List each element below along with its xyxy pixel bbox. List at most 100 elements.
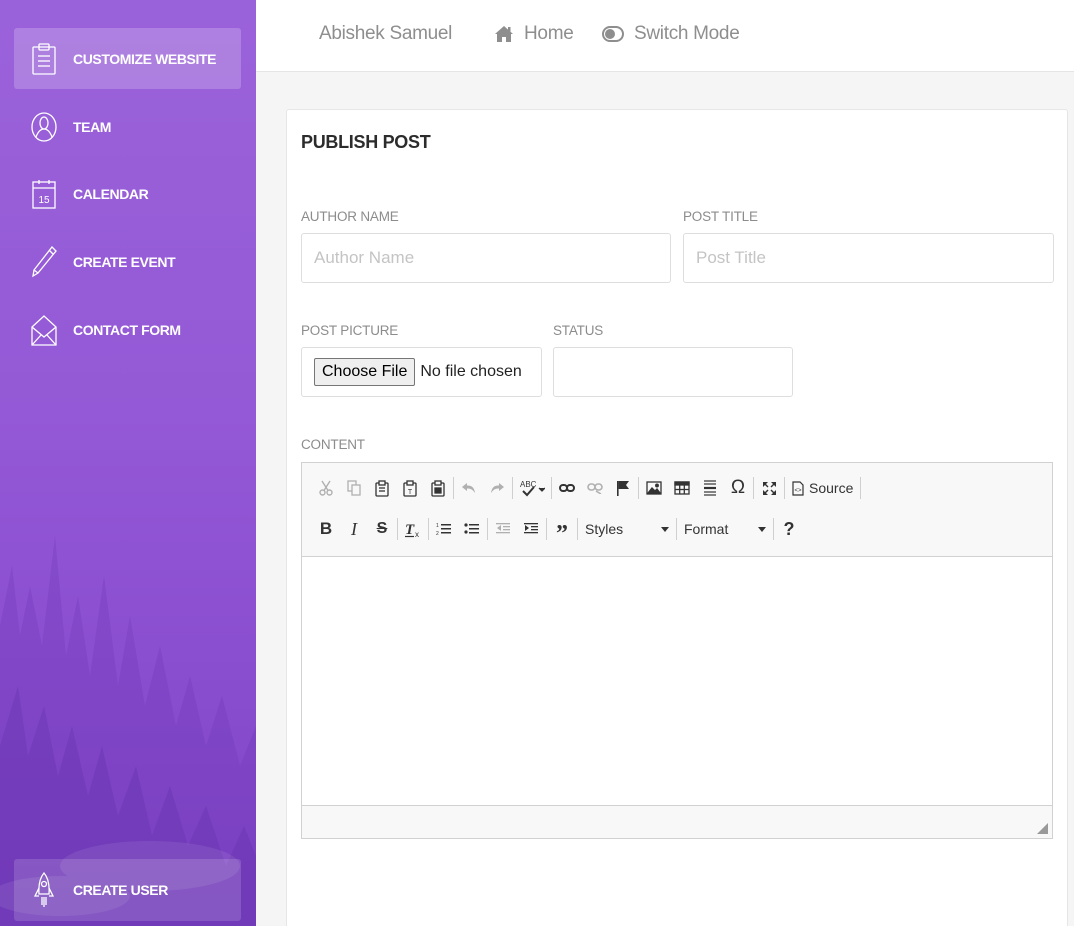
top-bar: Abishek Samuel Home Switch Mode xyxy=(256,0,1074,72)
toolbar-separator xyxy=(773,518,774,540)
clipboard-icon xyxy=(29,42,59,76)
horizontal-line-icon[interactable] xyxy=(696,474,724,502)
switch-mode-label: Switch Mode xyxy=(634,23,740,44)
editor-footer xyxy=(302,805,1052,838)
status-label: STATUS xyxy=(553,323,604,338)
sidebar-item-create-event[interactable]: CREATE EVENT xyxy=(14,231,241,292)
pencil-icon xyxy=(29,245,59,279)
toolbar-separator xyxy=(638,477,639,499)
indent-icon[interactable] xyxy=(517,515,545,543)
sidebar-item-calendar[interactable]: 15 CALENDAR xyxy=(14,163,241,224)
toolbar-separator xyxy=(397,518,398,540)
source-label: Source xyxy=(809,480,854,496)
toolbar-separator xyxy=(546,518,547,540)
sidebar-item-team[interactable]: TEAM xyxy=(14,96,241,157)
home-label: Home xyxy=(524,23,574,44)
post-picture-field: Choose File No file chosen xyxy=(301,347,542,397)
styles-label: Styles xyxy=(585,521,624,537)
svg-text:T: T xyxy=(408,489,413,496)
user-icon xyxy=(29,110,59,144)
link-icon[interactable] xyxy=(553,474,581,502)
chevron-down-icon xyxy=(758,526,766,532)
content-label: CONTENT xyxy=(301,437,365,452)
anchor-flag-icon[interactable] xyxy=(609,474,637,502)
file-status-text: No file chosen xyxy=(420,363,522,380)
rocket-icon xyxy=(29,872,59,908)
sidebar-item-label: CONTACT FORM xyxy=(73,321,181,338)
editor-toolbar: T ABC Ω <> Source B I S T x 1 2 ” Styles… xyxy=(302,463,1052,557)
rich-text-editor: T ABC Ω <> Source B I S T x 1 2 ” Styles… xyxy=(301,462,1053,839)
toolbar-separator xyxy=(784,477,785,499)
author-name-input[interactable] xyxy=(301,233,671,283)
paste-icon[interactable] xyxy=(368,474,396,502)
svg-text:x: x xyxy=(415,530,419,538)
toolbar-separator xyxy=(860,477,862,499)
table-icon[interactable] xyxy=(668,474,696,502)
bulleted-list-icon[interactable] xyxy=(458,515,486,543)
switch-mode-toggle[interactable]: Switch Mode xyxy=(602,23,740,45)
svg-text:1: 1 xyxy=(436,523,439,529)
toolbar-separator xyxy=(487,518,488,540)
source-button[interactable]: <> Source xyxy=(786,474,859,502)
create-user-button[interactable]: CREATE USER xyxy=(14,859,241,921)
styles-dropdown[interactable]: Styles xyxy=(579,515,675,543)
chevron-down-icon xyxy=(661,526,669,532)
user-name: Abishek Samuel xyxy=(319,23,453,44)
format-label: Format xyxy=(684,521,729,537)
sidebar-item-label: CUSTOMIZE WEBSITE xyxy=(73,50,217,67)
strikethrough-icon[interactable]: S xyxy=(368,515,396,543)
envelope-icon xyxy=(29,313,59,347)
svg-text:T: T xyxy=(405,522,415,538)
paste-word-icon[interactable] xyxy=(424,474,452,502)
svg-text:2: 2 xyxy=(436,531,439,536)
post-title-label: POST TITLE xyxy=(683,209,758,224)
spellcheck-icon[interactable]: ABC xyxy=(514,474,550,502)
sidebar-item-label: CREATE EVENT xyxy=(73,253,176,270)
undo-icon[interactable] xyxy=(455,474,483,502)
maximize-icon[interactable] xyxy=(755,474,783,502)
toolbar-separator xyxy=(453,477,454,499)
publish-post-card: PUBLISH POST AUTHOR NAME POST TITLE POST… xyxy=(286,109,1068,926)
unlink-icon[interactable] xyxy=(581,474,609,502)
calendar-icon: 15 xyxy=(29,177,59,211)
bold-icon[interactable]: B xyxy=(312,515,340,543)
toggle-icon xyxy=(602,26,624,42)
status-input[interactable] xyxy=(553,347,793,397)
svg-text:15: 15 xyxy=(38,195,50,206)
sidebar-item-customize-website[interactable]: CUSTOMIZE WEBSITE xyxy=(14,28,241,89)
paste-text-icon[interactable]: T xyxy=(396,474,424,502)
help-icon[interactable]: ? xyxy=(775,515,803,543)
special-char-icon[interactable]: Ω xyxy=(724,474,752,502)
blockquote-icon[interactable]: ” xyxy=(548,515,576,547)
numbered-list-icon[interactable]: 12 xyxy=(430,515,458,543)
format-dropdown[interactable]: Format xyxy=(678,515,772,543)
cut-icon[interactable] xyxy=(312,474,340,502)
editor-content-area[interactable] xyxy=(302,557,1052,806)
svg-text:<>: <> xyxy=(794,488,802,494)
create-user-label: CREATE USER xyxy=(73,882,168,898)
toolbar-separator xyxy=(753,477,754,499)
remove-format-icon[interactable]: Tx xyxy=(399,515,427,543)
resize-grip-icon[interactable] xyxy=(1037,823,1048,834)
image-icon[interactable] xyxy=(640,474,668,502)
redo-icon[interactable] xyxy=(483,474,511,502)
italic-icon[interactable]: I xyxy=(340,515,368,543)
post-picture-label: POST PICTURE xyxy=(301,323,399,338)
choose-file-button[interactable]: Choose File xyxy=(314,358,416,386)
toolbar-separator xyxy=(676,518,677,540)
author-name-label: AUTHOR NAME xyxy=(301,209,399,224)
post-title-input[interactable] xyxy=(683,233,1054,283)
toolbar-separator xyxy=(551,477,552,499)
outdent-icon[interactable] xyxy=(489,515,517,543)
home-link[interactable]: Home xyxy=(494,23,574,45)
sidebar-item-label: TEAM xyxy=(73,118,112,135)
source-icon: <> xyxy=(792,480,804,496)
toolbar-separator xyxy=(577,518,578,540)
sidebar: CUSTOMIZE WEBSITE TEAM 15 CALENDAR CREAT… xyxy=(0,0,256,926)
toolbar-separator xyxy=(512,477,513,499)
toolbar-separator xyxy=(428,518,429,540)
page-title: PUBLISH POST xyxy=(301,132,431,152)
copy-icon[interactable] xyxy=(340,474,368,502)
sidebar-item-contact-form[interactable]: CONTACT FORM xyxy=(14,299,241,360)
home-icon xyxy=(495,26,513,42)
